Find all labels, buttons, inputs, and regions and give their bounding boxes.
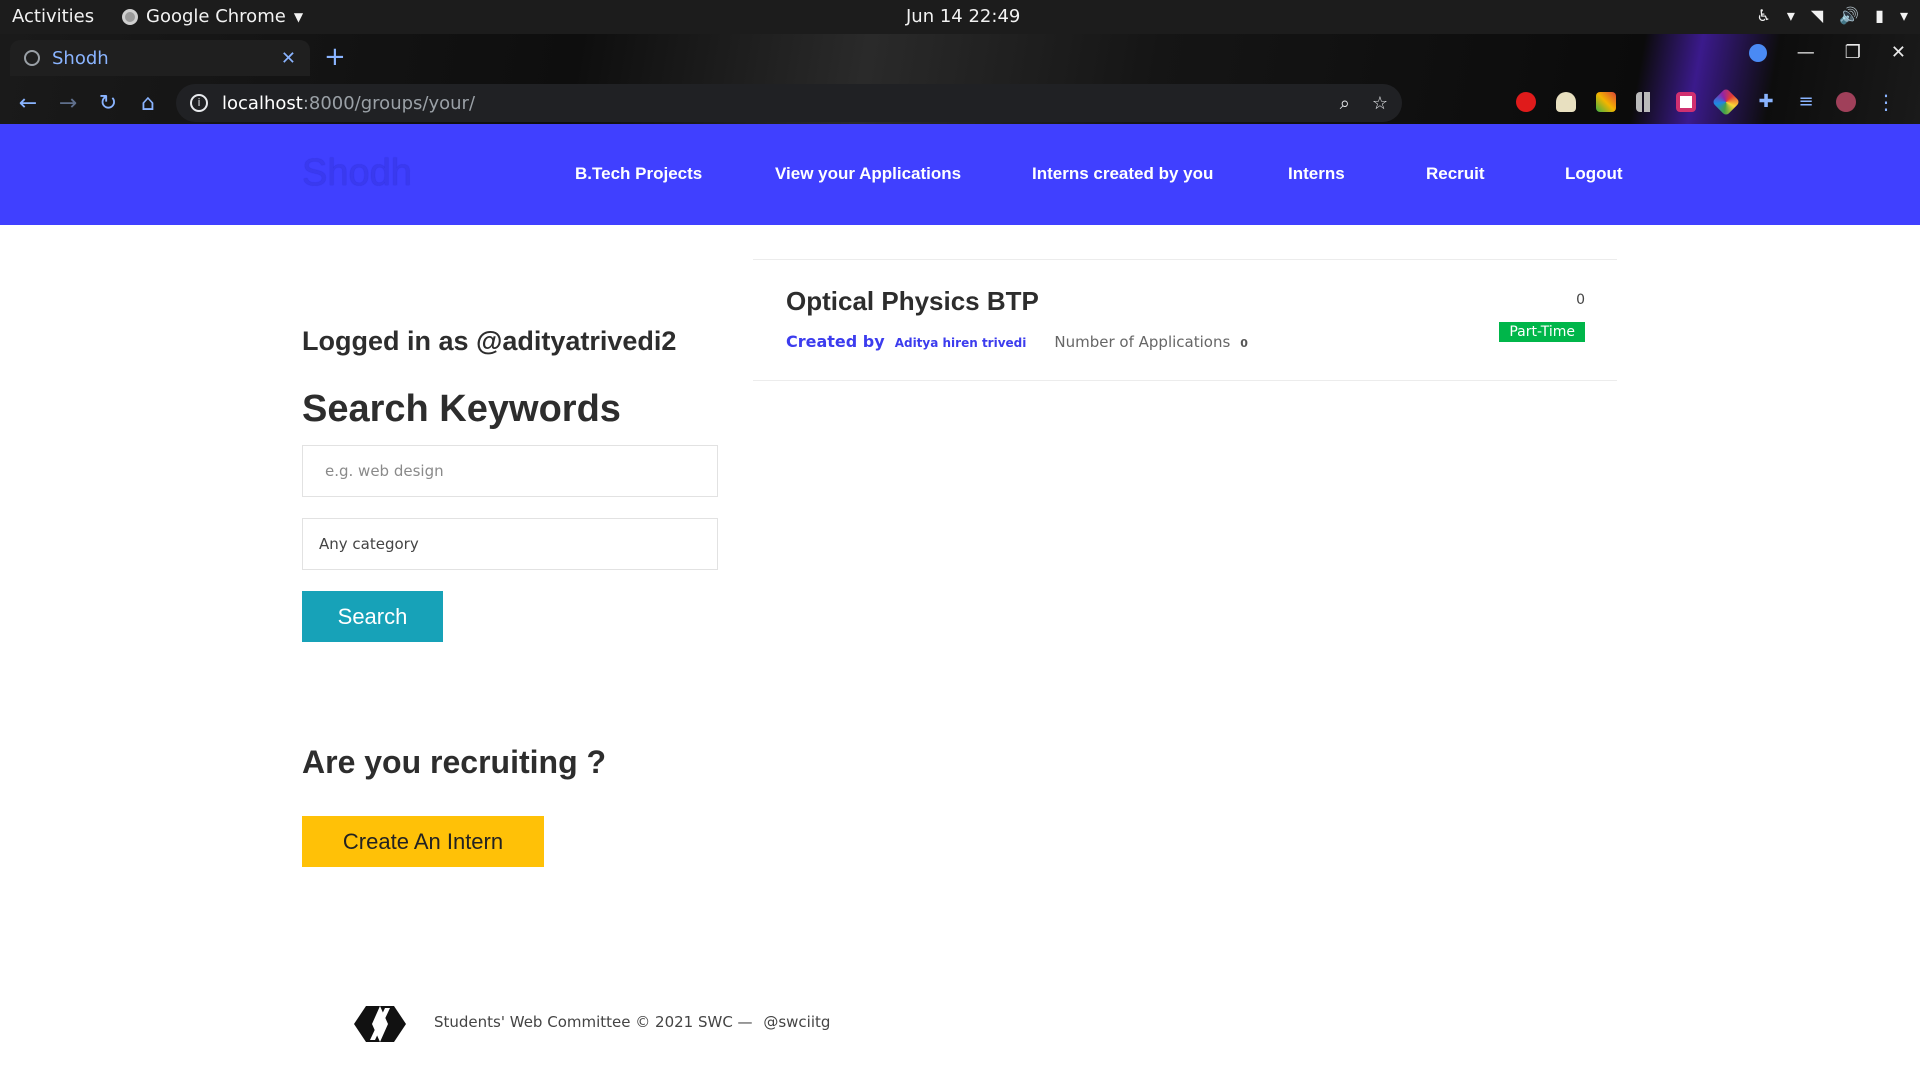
minimize-icon[interactable]: — [1797, 42, 1815, 63]
site-logo[interactable]: Shodh [302, 152, 412, 195]
chevron-down-icon: ▼ [293, 9, 304, 24]
applications-count: 0 [1240, 337, 1248, 350]
job-row[interactable]: Optical Physics BTP Created by Aditya hi… [753, 259, 1617, 381]
browser-frame: Shodh ✕ + — ❐ ✕ ← → ↻ ⌂ i localhost :800… [0, 34, 1920, 124]
app-menu-label: Google Chrome [146, 6, 286, 27]
url-path: :8000/groups/your/ [302, 92, 476, 114]
category-select[interactable]: Any category [302, 518, 718, 570]
keyword-search-input[interactable] [302, 445, 718, 497]
puzzle-icon[interactable]: ✚ [1756, 92, 1776, 112]
wifi-icon[interactable]: ◥ [1811, 6, 1823, 25]
window-controls: — ❐ ✕ [1748, 42, 1906, 63]
nav-recruit[interactable]: Recruit [1426, 164, 1485, 184]
accessibility-icon[interactable]: ♿ [1757, 6, 1771, 25]
footer-text: Students' Web Committee © 2021 SWC — @sw… [434, 1013, 830, 1031]
extension-icon[interactable] [1676, 92, 1696, 112]
forward-icon[interactable]: → [48, 91, 88, 116]
extension-icon[interactable] [1516, 92, 1536, 112]
created-by-label: Created by [786, 332, 885, 351]
creator-name[interactable]: Aditya hiren trivedi [895, 336, 1027, 350]
reload-icon[interactable]: ↻ [88, 91, 128, 116]
info-icon[interactable]: i [190, 94, 208, 112]
extension-icon[interactable] [1596, 92, 1616, 112]
swc-logo-icon [354, 1006, 406, 1042]
reading-list-icon[interactable]: ≡ [1796, 92, 1816, 112]
browser-tab[interactable]: Shodh ✕ [10, 40, 310, 76]
nav-interns-created[interactable]: Interns created by you [1032, 164, 1213, 184]
nav-interns[interactable]: Interns [1288, 164, 1345, 184]
nav-btech-projects[interactable]: B.Tech Projects [575, 164, 702, 184]
bar-chart-icon[interactable] [1636, 92, 1656, 112]
job-list: Optical Physics BTP Created by Aditya hi… [753, 259, 1617, 381]
activities-button[interactable]: Activities [12, 6, 94, 27]
system-clock[interactable]: Jun 14 22:49 [906, 6, 1020, 27]
url-host: localhost [222, 92, 303, 114]
job-count: 0 [1576, 292, 1585, 308]
zoom-icon[interactable]: ⌕ [1340, 93, 1350, 114]
logged-in-label: Logged in as @adityatrivedi2 [302, 326, 677, 356]
extension-icon[interactable] [1556, 92, 1576, 112]
chevron-down-icon[interactable]: ▾ [1900, 6, 1908, 25]
system-tray[interactable]: ♿ ▾ ◥ 🔊 ▮ ▾ [1757, 6, 1908, 25]
extensions-bar: ✚ ≡ ⋮ [1516, 87, 1896, 117]
tab-title: Shodh [52, 47, 109, 69]
job-type-badge: Part-Time [1499, 322, 1585, 342]
bookmark-star-icon[interactable]: ☆ [1372, 93, 1388, 114]
system-top-bar: Activities Google Chrome ▼ Jun 14 22:49 … [0, 0, 1920, 34]
search-title: Search Keywords [302, 388, 621, 430]
new-tab-button[interactable]: + [324, 42, 346, 72]
recruit-title: Are you recruiting ? [302, 744, 607, 780]
job-title[interactable]: Optical Physics BTP [786, 286, 1039, 317]
footer-handle[interactable]: @swciitg [763, 1013, 830, 1031]
close-icon[interactable]: ✕ [281, 48, 296, 69]
volume-icon[interactable]: 🔊 [1839, 6, 1859, 25]
chrome-icon [122, 8, 138, 25]
chevron-down-icon[interactable]: ▾ [1787, 6, 1795, 25]
create-intern-button[interactable]: Create An Intern [302, 816, 544, 867]
search-button[interactable]: Search [302, 591, 443, 642]
nav-logout[interactable]: Logout [1565, 164, 1623, 184]
app-menu[interactable]: Google Chrome ▼ [122, 6, 303, 27]
applications-label: Number of Applications [1054, 333, 1231, 351]
site-header: Shodh B.Tech Projects View your Applicat… [0, 124, 1920, 225]
menu-kebab-icon[interactable]: ⋮ [1876, 92, 1896, 112]
home-icon[interactable]: ⌂ [128, 91, 168, 116]
nav-view-applications[interactable]: View your Applications [775, 164, 961, 184]
restore-icon[interactable]: ❐ [1845, 42, 1861, 63]
close-window-icon[interactable]: ✕ [1891, 42, 1906, 63]
extension-icon[interactable] [1711, 87, 1741, 117]
address-bar[interactable]: i localhost :8000/groups/your/ ⌕ ☆ [176, 84, 1402, 122]
category-select-value: Any category [319, 535, 419, 553]
battery-icon[interactable]: ▮ [1875, 6, 1884, 25]
job-meta: Created by Aditya hiren trivedi Number o… [786, 332, 1248, 351]
footer-copyright: Students' Web Committee © 2021 SWC — [434, 1013, 753, 1031]
globe-icon [24, 50, 40, 66]
browser-toolbar: ← → ↻ ⌂ i localhost :8000/groups/your/ ⌕… [0, 82, 1920, 124]
tab-search-icon[interactable] [1748, 43, 1767, 62]
back-icon[interactable]: ← [8, 91, 48, 116]
avatar[interactable] [1836, 92, 1856, 112]
